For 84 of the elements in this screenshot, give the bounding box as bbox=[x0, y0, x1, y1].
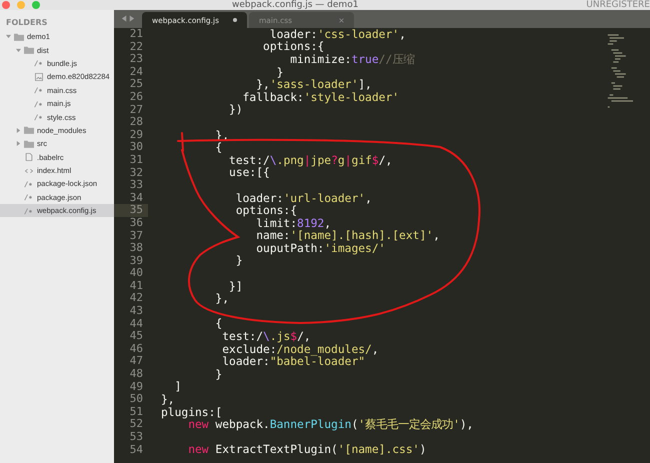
script-file-icon bbox=[34, 59, 44, 68]
line-number: 35 bbox=[114, 204, 148, 217]
line-number: 29 bbox=[128, 128, 144, 142]
code-line: ouputPath:'images/' bbox=[255, 242, 386, 255]
script-file-icon bbox=[34, 113, 44, 122]
line-number: 54 bbox=[128, 444, 144, 456]
line-number: 50 bbox=[128, 393, 144, 406]
line-number: 40 bbox=[128, 267, 144, 280]
line-number: 34 bbox=[128, 192, 144, 204]
code-line: test:/\.js$/, bbox=[221, 330, 311, 344]
line-number: 52 bbox=[128, 418, 144, 431]
line-number: 33 bbox=[128, 179, 144, 192]
close-window-button[interactable] bbox=[2, 1, 10, 9]
line-number: 45 bbox=[128, 330, 144, 343]
code-line: loader:'css-loader', bbox=[268, 28, 406, 41]
line-number: 51 bbox=[128, 406, 144, 418]
line-number: 31 bbox=[128, 154, 144, 167]
code-line: exclude:/node_modules/, bbox=[221, 342, 379, 356]
line-number: 32 bbox=[128, 166, 144, 180]
code-line: options:{ bbox=[234, 204, 298, 218]
code-line: } bbox=[214, 368, 222, 381]
code-line: { bbox=[214, 317, 222, 330]
license-status: UNREGISTERE bbox=[586, 0, 650, 10]
disclosure-triangle-icon[interactable] bbox=[16, 141, 21, 146]
script-file-icon bbox=[24, 193, 34, 202]
zoom-window-button[interactable] bbox=[32, 1, 40, 9]
line-number: 39 bbox=[128, 254, 144, 268]
script-file-icon bbox=[24, 206, 34, 215]
line-number: 21 bbox=[128, 28, 144, 41]
line-number: 48 bbox=[128, 368, 144, 381]
code-line: loader:"babel-loader" bbox=[221, 355, 366, 368]
code-line: { bbox=[214, 141, 222, 154]
line-number: 53 bbox=[128, 431, 144, 444]
code-line: minimize:true//压缩 bbox=[289, 52, 414, 67]
line-number: 36 bbox=[128, 216, 144, 230]
code-line: fallback:'style-loader' bbox=[242, 90, 400, 104]
code-line: options:{ bbox=[262, 40, 324, 54]
line-number: 44 bbox=[128, 318, 144, 330]
markup-file-icon bbox=[24, 166, 34, 175]
line-number: 23 bbox=[128, 53, 144, 66]
code-line: plugins:[ bbox=[161, 406, 222, 419]
disclosure-triangle-icon[interactable] bbox=[16, 48, 21, 53]
line-number: 27 bbox=[128, 104, 144, 116]
tab-navigation-arrows-icon[interactable] bbox=[121, 15, 135, 22]
file-icon bbox=[24, 153, 34, 162]
code-line: test:/\.png|jpe?g|gif$/, bbox=[228, 154, 392, 167]
code-line: } bbox=[276, 66, 284, 79]
line-number: 24 bbox=[128, 66, 144, 78]
script-file-icon bbox=[24, 180, 34, 188]
code-line: new webpack.BannerPlugin('蔡毛毛一定会成功'), bbox=[188, 418, 474, 432]
code-line: }, bbox=[161, 393, 175, 406]
sidebar-heading: FOLDERS bbox=[5, 17, 48, 29]
code-line: }) bbox=[228, 103, 243, 116]
code-line: name:'[name].[hash].[ext]', bbox=[255, 229, 440, 242]
minimize-window-button[interactable] bbox=[17, 1, 25, 9]
code-line: limit:8192, bbox=[255, 216, 332, 230]
script-file-icon bbox=[34, 100, 44, 108]
disclosure-triangle-icon[interactable] bbox=[16, 128, 21, 133]
code-line: new ExtractTextPlugin('[name].css') bbox=[187, 443, 426, 456]
code-line: } bbox=[234, 254, 243, 268]
line-number: 43 bbox=[128, 305, 144, 318]
line-number: 46 bbox=[128, 342, 144, 356]
code-line: },'sass-loader'], bbox=[255, 78, 372, 92]
code-line: }, bbox=[214, 292, 230, 306]
image-file-icon bbox=[34, 72, 44, 81]
code-line: ] bbox=[174, 380, 182, 394]
line-number: 30 bbox=[128, 141, 144, 154]
line-number: 26 bbox=[128, 90, 144, 104]
code-line: loader:'url-loader', bbox=[234, 192, 372, 205]
line-number: 37 bbox=[128, 230, 144, 242]
line-number: 28 bbox=[128, 116, 144, 129]
line-number: 47 bbox=[128, 355, 144, 368]
line-number: 22 bbox=[128, 40, 144, 54]
close-icon[interactable] bbox=[339, 18, 344, 22]
code-line: use:[{ bbox=[228, 166, 270, 180]
line-number: 49 bbox=[128, 380, 144, 394]
window-title: webpack.config.js — demo1 bbox=[232, 0, 358, 10]
line-number: 38 bbox=[128, 242, 144, 255]
line-number: 42 bbox=[128, 292, 144, 306]
line-number: 41 bbox=[128, 280, 144, 292]
disclosure-triangle-icon[interactable] bbox=[6, 34, 11, 40]
script-file-icon bbox=[34, 86, 44, 94]
line-number: 25 bbox=[128, 78, 144, 91]
code-line: }] bbox=[228, 280, 243, 293]
